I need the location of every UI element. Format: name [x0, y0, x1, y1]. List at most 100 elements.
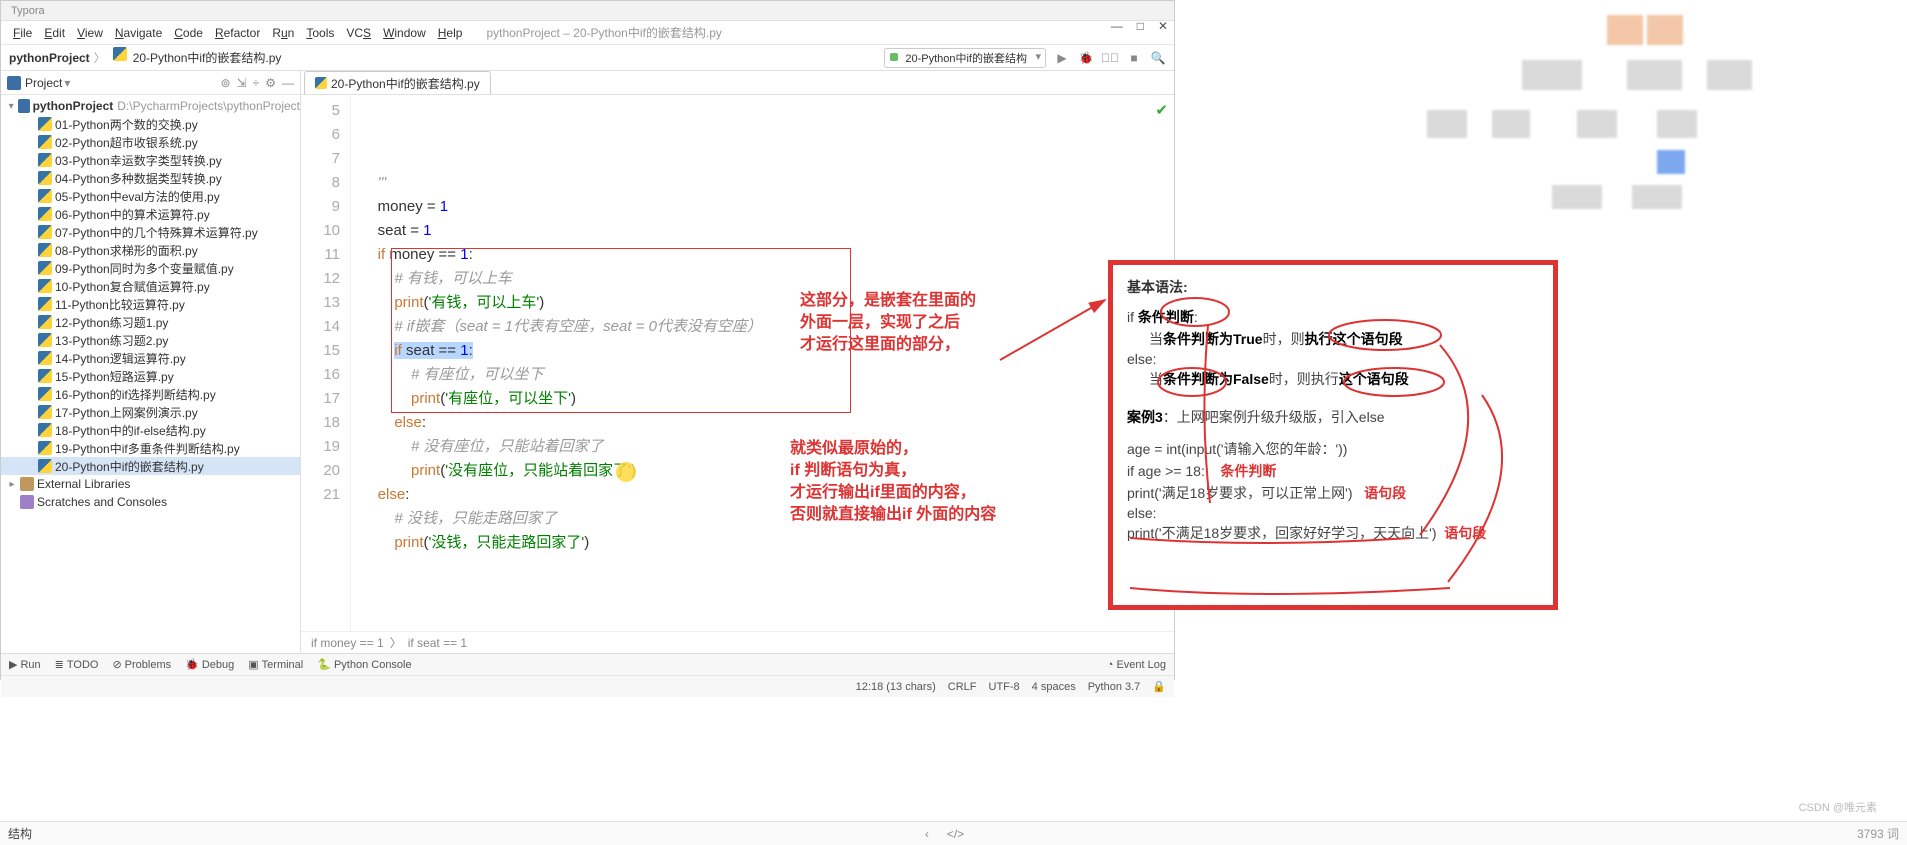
tree-file[interactable]: 20-Python中if的嵌套结构.py — [1, 457, 300, 475]
tree-file[interactable]: 14-Python逻辑运算符.py — [1, 349, 300, 367]
project-folder-icon — [7, 76, 21, 90]
run-config-dropdown[interactable]: 20-Python中if的嵌套结构 — [884, 48, 1046, 68]
locate-file-icon[interactable]: ⊚ — [221, 76, 231, 90]
collapse-all-icon[interactable]: ÷ — [253, 76, 260, 90]
menu-navigate[interactable]: Navigate — [109, 24, 168, 42]
tool-debug[interactable]: 🐞 Debug — [185, 658, 234, 671]
search-everywhere-button[interactable]: 🔍 — [1150, 50, 1166, 66]
project-tree[interactable]: ▾pythonProjectD:\PycharmProjects\pythonP… — [1, 95, 300, 653]
tree-file[interactable]: 08-Python求梯形的面积.py — [1, 241, 300, 259]
code-content[interactable]: ✔ ''' money = 1 seat = 1 if money == 1: … — [351, 95, 1174, 631]
project-sidebar: Project ▾ ⊚ ⇲ ÷ ⚙ — ▾pythonProjectD:\Pyc… — [1, 71, 301, 653]
settings-gear-icon[interactable]: ⚙ — [265, 76, 276, 90]
breadcrumb-bar: if money == 1 〉 if seat == 1 — [301, 631, 1174, 653]
tool-terminal[interactable]: ▣ Terminal — [248, 658, 303, 671]
menu-help[interactable]: Help — [432, 24, 469, 42]
editor-tab-bar: 20-Python中if的嵌套结构.py — [301, 71, 1174, 95]
window-maximize[interactable]: □ — [1137, 19, 1144, 33]
project-tool-title: Project — [25, 76, 62, 90]
tree-file[interactable]: 01-Python两个数的交换.py — [1, 115, 300, 133]
file-encoding[interactable]: UTF-8 — [989, 681, 1020, 693]
bottom-wordcount: 3793 词 — [1857, 825, 1899, 842]
menu-edit[interactable]: Edit — [38, 24, 71, 42]
indent-setting[interactable]: 4 spaces — [1032, 681, 1076, 693]
debug-button[interactable]: 🐞 — [1078, 50, 1094, 66]
menu-window[interactable]: Window — [377, 24, 432, 42]
tree-root[interactable]: ▾pythonProjectD:\PycharmProjects\pythonP… — [1, 97, 300, 115]
tree-file[interactable]: 09-Python同时为多个变量赋值.py — [1, 259, 300, 277]
tree-file[interactable]: 12-Python练习题1.py — [1, 313, 300, 331]
obscured-region — [1347, 0, 1907, 258]
stop-button[interactable]: ■ — [1126, 50, 1142, 66]
status-bar: ▶ Run ≣ TODO ⊘ Problems 🐞 Debug ▣ Termin… — [1, 653, 1174, 675]
menu-refactor[interactable]: Refactor — [209, 24, 266, 42]
bottom-prev-icon[interactable]: ‹ — [925, 827, 929, 841]
bottom-left-label: 结构 — [8, 825, 32, 842]
breadcrumb-project[interactable]: pythonProject — [9, 51, 90, 65]
run-button[interactable]: ▶ — [1054, 50, 1070, 66]
tree-file[interactable]: 03-Python幸运数字类型转换.py — [1, 151, 300, 169]
project-tool-header[interactable]: Project ▾ ⊚ ⇲ ÷ ⚙ — — [1, 71, 300, 95]
tree-file[interactable]: 11-Python比较运算符.py — [1, 295, 300, 313]
python-file-icon — [315, 77, 327, 89]
tool-problems[interactable]: ⊘ Problems — [112, 658, 171, 671]
menu-tools[interactable]: Tools — [300, 24, 340, 42]
syntax-info-panel: 基本语法: if 条件判断: 当条件判断为True时，则执行这个语句段 else… — [1108, 260, 1558, 610]
menu-run[interactable]: Run — [266, 24, 300, 42]
hide-tool-icon[interactable]: — — [282, 76, 294, 90]
editor-tab[interactable]: 20-Python中if的嵌套结构.py — [304, 71, 491, 94]
caret-position: 12:18 (13 chars) — [856, 681, 936, 693]
project-dropdown-icon[interactable]: ▾ — [64, 76, 70, 90]
code-editor[interactable]: 56789101112131415161718192021 ✔ ''' mone… — [301, 95, 1174, 631]
menu-code[interactable]: Code — [168, 24, 209, 42]
tree-file[interactable]: 18-Python中的if-else结构.py — [1, 421, 300, 439]
annotation-text-2: 就类似最原始的， if 判断语句为真， 才运行输出if里面的内容， 否则就直接输… — [790, 438, 996, 526]
app-hint: Typora — [11, 5, 45, 17]
status-bar-2: 12:18 (13 chars) CRLF UTF-8 4 spaces Pyt… — [1, 675, 1174, 697]
lock-icon[interactable]: 🔒 — [1152, 680, 1166, 693]
python-interpreter[interactable]: Python 3.7 — [1088, 681, 1141, 693]
window-title-text: pythonProject – 20-Python中if的嵌套结构.py — [486, 24, 721, 41]
window-close[interactable]: ✕ — [1158, 19, 1168, 33]
window-minimize[interactable]: — — [1111, 19, 1123, 33]
menu-bar: File Edit View Navigate Code Refactor Ru… — [1, 21, 1174, 45]
tree-file[interactable]: 07-Python中的几个特殊算术运算符.py — [1, 223, 300, 241]
editor-area: 20-Python中if的嵌套结构.py 5678910111213141516… — [301, 71, 1174, 653]
menu-vcs[interactable]: VCS — [340, 24, 377, 42]
coverage-button[interactable]: �⃫ — [1102, 50, 1118, 66]
menu-file[interactable]: File — [7, 24, 38, 42]
ide-window: Typora — □ ✕ File Edit View Navigate Cod… — [0, 0, 1175, 680]
tree-file[interactable]: 10-Python复合赋值运算符.py — [1, 277, 300, 295]
tool-run[interactable]: ▶ Run — [9, 658, 41, 671]
tree-file[interactable]: 19-Python中if多重条件判断结构.py — [1, 439, 300, 457]
crumb-2[interactable]: if seat == 1 — [408, 636, 467, 650]
tree-file[interactable]: 15-Python短路运算.py — [1, 367, 300, 385]
tree-file[interactable]: 04-Python多种数据类型转换.py — [1, 169, 300, 187]
navigation-bar: pythonProject 〉 20-Python中if的嵌套结构.py 20-… — [1, 45, 1174, 71]
watermark: CSDN @唯元素 — [1799, 799, 1877, 815]
tree-file[interactable]: 05-Python中eval方法的使用.py — [1, 187, 300, 205]
event-log[interactable]: ◔ Event Log — [1107, 659, 1166, 671]
tree-file[interactable]: 06-Python中的算术运算符.py — [1, 205, 300, 223]
tree-scratches[interactable]: Scratches and Consoles — [1, 493, 300, 511]
tree-file[interactable]: 17-Python上网案例演示.py — [1, 403, 300, 421]
bottom-code-icon[interactable]: </> — [947, 827, 964, 841]
expand-all-icon[interactable]: ⇲ — [237, 76, 247, 90]
tree-file[interactable]: 02-Python超市收银系统.py — [1, 133, 300, 151]
tree-file[interactable]: 16-Python的if选择判断结构.py — [1, 385, 300, 403]
breadcrumb-file[interactable]: 20-Python中if的嵌套结构.py — [110, 45, 282, 70]
line-number-gutter: 56789101112131415161718192021 — [301, 95, 351, 631]
crumb-1[interactable]: if money == 1 — [311, 636, 384, 650]
cursor-highlight — [616, 462, 636, 482]
editor-tab-label: 20-Python中if的嵌套结构.py — [331, 75, 480, 92]
tree-file[interactable]: 13-Python练习题2.py — [1, 331, 300, 349]
panel-header: 基本语法: — [1127, 277, 1539, 297]
tool-todo[interactable]: ≣ TODO — [55, 658, 99, 671]
window-title-bar: Typora — [1, 1, 1174, 21]
line-separator[interactable]: CRLF — [948, 681, 977, 693]
tool-python-console[interactable]: 🐍 Python Console — [317, 658, 411, 671]
annotation-text-1: 这部分，是嵌套在里面的 外面一层，实现了之后 才运行这里面的部分， — [800, 290, 976, 356]
tree-external-libs[interactable]: ▸External Libraries — [1, 475, 300, 493]
bottom-status-strip: 结构 ‹ </> 3793 词 — [0, 821, 1907, 845]
menu-view[interactable]: View — [71, 24, 109, 42]
